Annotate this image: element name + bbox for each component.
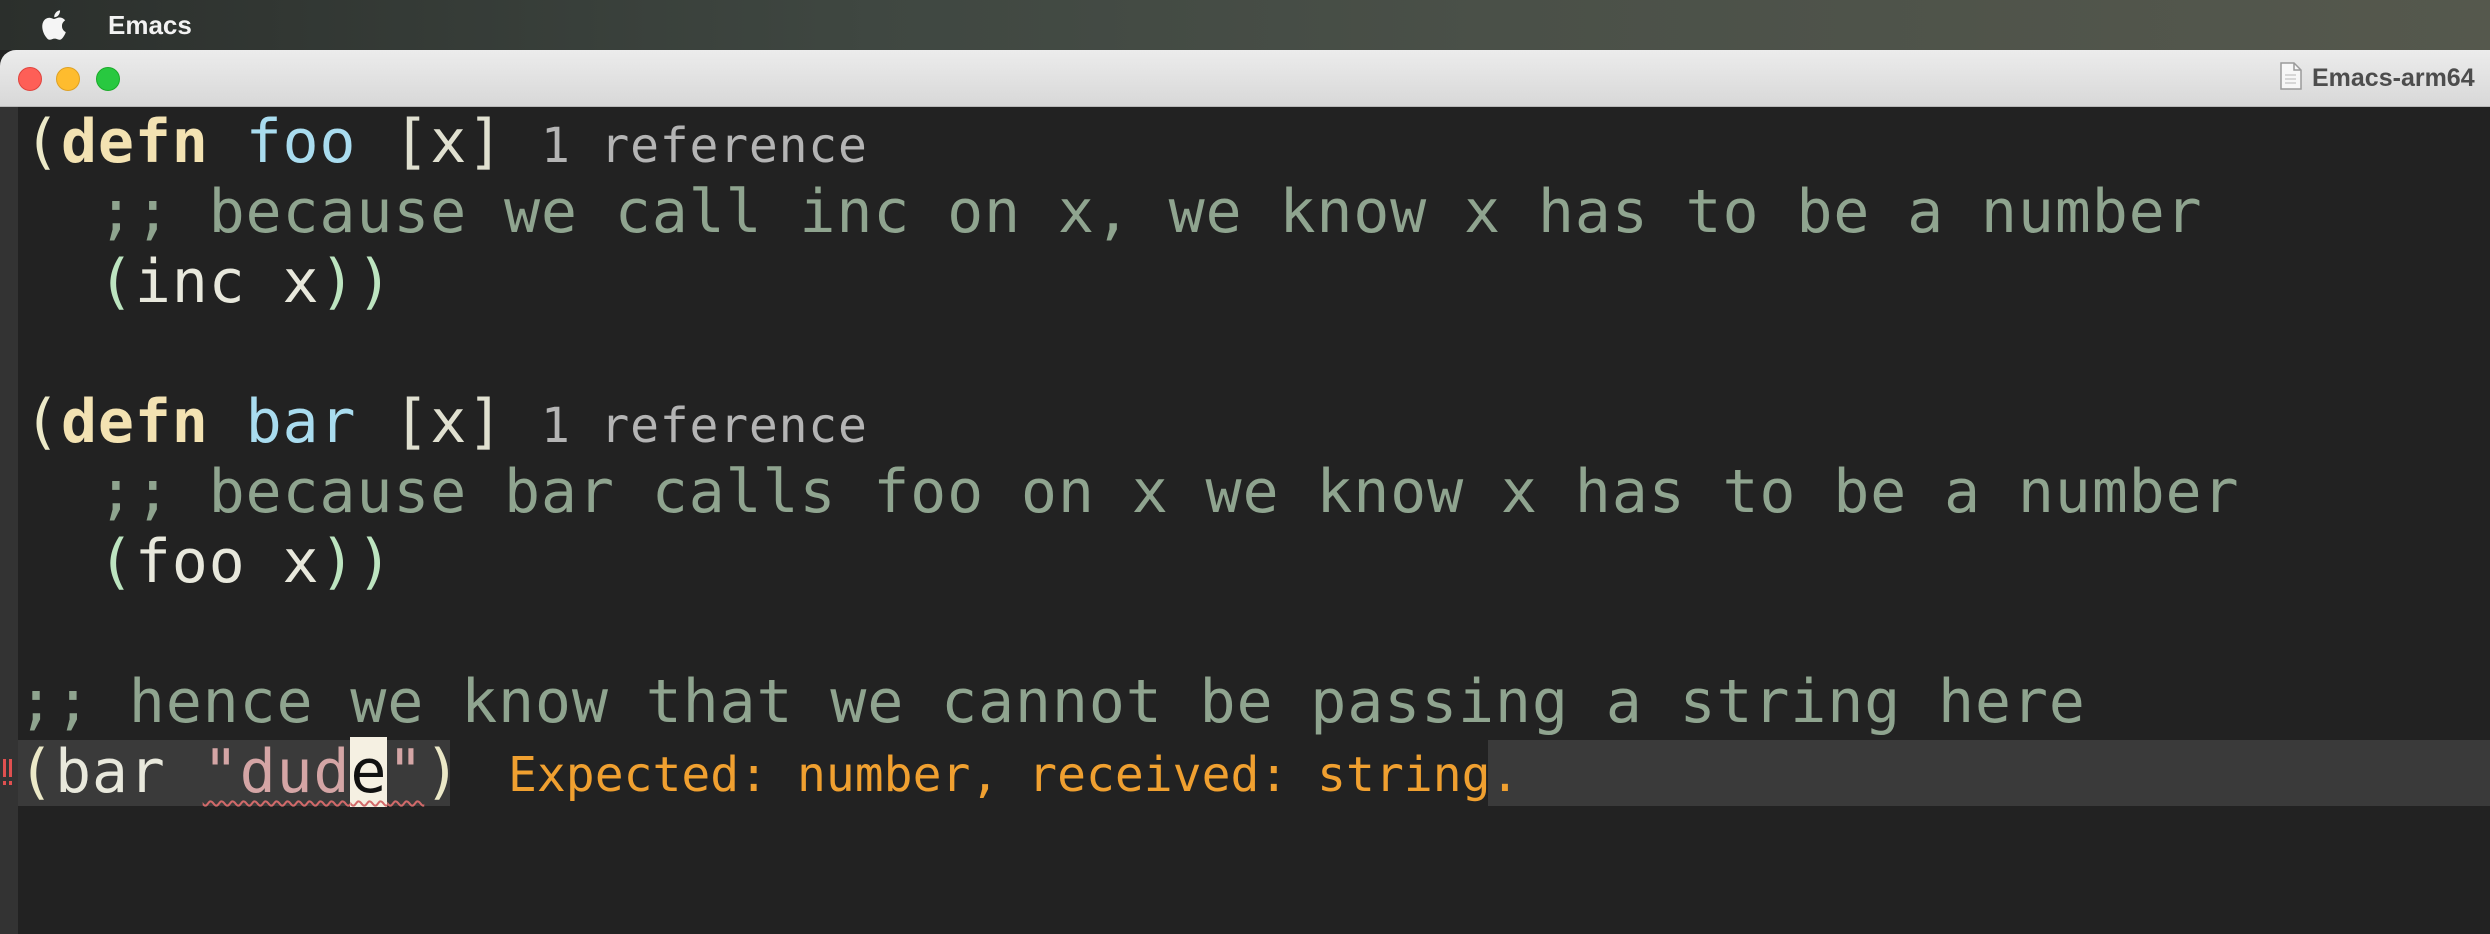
window-title: Emacs-arm64: [2312, 64, 2475, 92]
string-literal-end: ": [387, 737, 425, 807]
text-cursor[interactable]: e: [350, 737, 388, 807]
keyword: defn: [60, 387, 209, 457]
close-window-button[interactable]: [18, 67, 42, 91]
expression: inc x: [134, 247, 320, 317]
function-name: foo: [245, 107, 357, 177]
comment-line[interactable]: ;; hence we know that we cannot be passi…: [18, 667, 2086, 737]
code-line-with-error[interactable]: (bar "dude"): [18, 737, 461, 807]
code-line[interactable]: (foo x)): [24, 527, 393, 597]
string-literal: "dud: [202, 737, 351, 807]
macos-menu-bar: Emacs: [0, 0, 2490, 50]
function-name: bar: [245, 387, 357, 457]
code-line[interactable]: (inc x)): [24, 247, 393, 317]
error-marker-icon: [3, 759, 12, 785]
comment-text: ;; hence we know that we cannot be passi…: [18, 667, 2086, 737]
open-paren: (: [97, 247, 135, 317]
reference-count-lens[interactable]: 1 reference: [541, 118, 868, 174]
code-line[interactable]: (defn bar [x] 1 reference: [24, 387, 868, 457]
close-parens: )): [319, 247, 394, 317]
comment-line[interactable]: ;; because we call inc on x, we know x h…: [24, 177, 2202, 247]
current-line-highlight-tail: [1488, 740, 2490, 806]
window-title-bar: Emacs-arm64: [0, 50, 2490, 107]
arg-vector: [x]: [393, 107, 505, 177]
expression: foo x: [134, 527, 320, 597]
keyword: defn: [60, 107, 209, 177]
open-paren: (: [24, 107, 61, 177]
zoom-window-button[interactable]: [96, 67, 120, 91]
close-paren: ): [424, 737, 462, 807]
document-icon: [2280, 62, 2302, 90]
left-fringe: [0, 107, 18, 934]
menu-app-name[interactable]: Emacs: [108, 6, 192, 44]
open-paren: (: [97, 527, 135, 597]
open-paren: (: [24, 387, 61, 457]
function-call: bar: [54, 737, 166, 807]
arg-vector: [x]: [393, 387, 505, 457]
close-parens: )): [319, 527, 394, 597]
minimize-window-button[interactable]: [56, 67, 80, 91]
editor-buffer[interactable]: (defn foo [x] 1 reference ;; because we …: [0, 107, 2490, 934]
code-line[interactable]: (defn foo [x] 1 reference: [24, 107, 868, 177]
comment-text: ;; because we call inc on x, we know x h…: [97, 177, 2203, 247]
reference-count-lens[interactable]: 1 reference: [541, 398, 868, 454]
comment-line[interactable]: ;; because bar calls foo on x we know x …: [24, 457, 2239, 527]
open-paren: (: [18, 737, 55, 807]
diagnostic-message: Expected: number, received: string.: [508, 747, 1520, 803]
comment-text: ;; because bar calls foo on x we know x …: [97, 457, 2240, 527]
apple-logo-icon[interactable]: [36, 6, 74, 44]
